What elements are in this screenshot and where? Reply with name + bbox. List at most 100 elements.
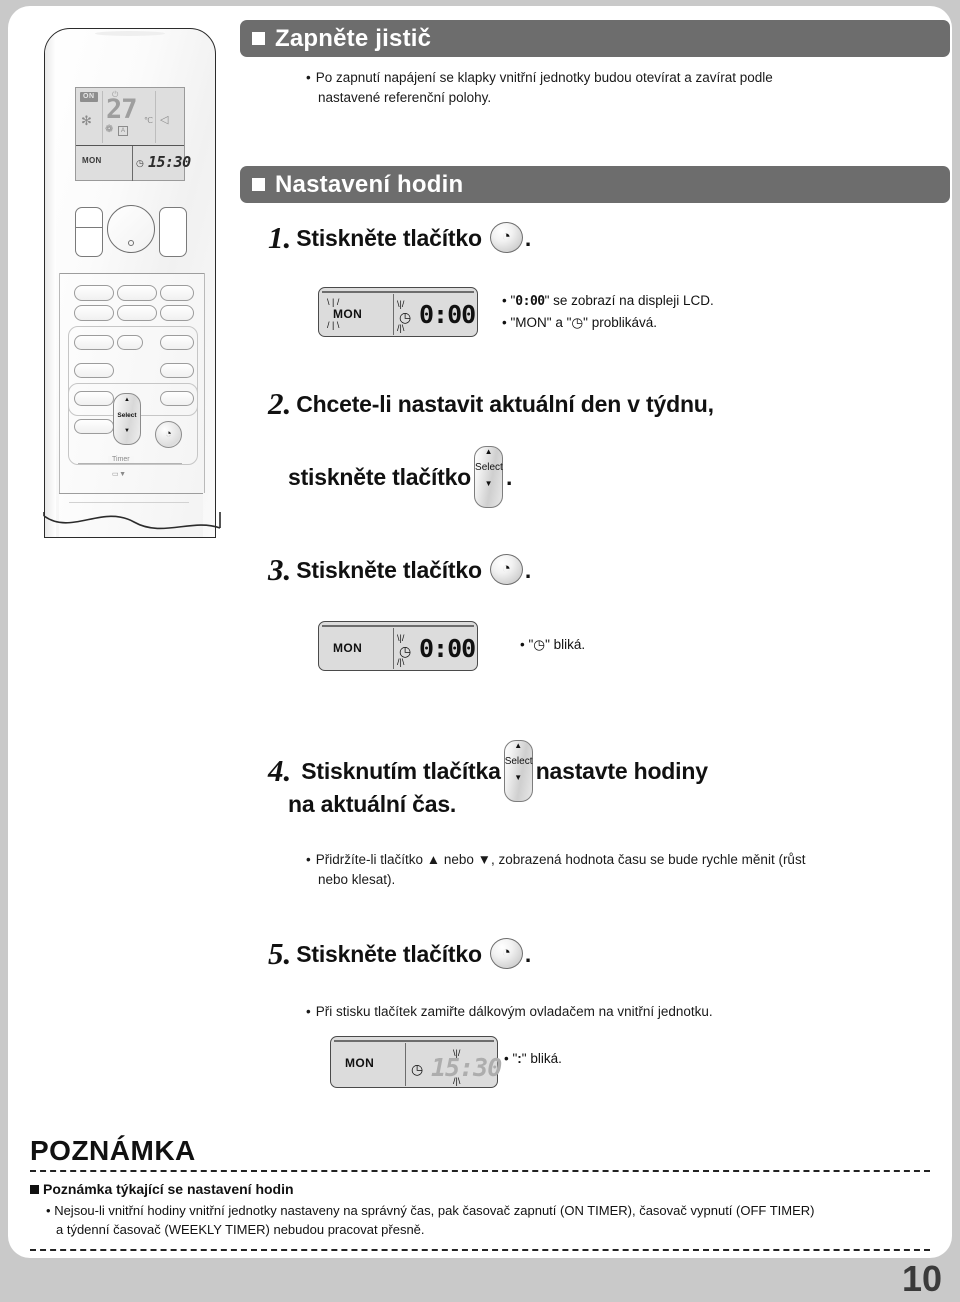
section-title: Nastavení hodin	[275, 170, 464, 198]
remote-flap-right	[159, 207, 187, 257]
select-up-arrow-icon: ▲	[514, 741, 523, 750]
step-4-line2: na aktuální čas.	[288, 791, 457, 817]
note-body-text: Nejsou-li vnitřní hodiny vnitřní jednotk…	[54, 1203, 815, 1218]
step-5-bullet: • Při stisku tlačítek zamiřte dálkovým ov…	[306, 1002, 713, 1022]
lcd-time: 15:30	[148, 153, 191, 171]
blink-rays-icon: \ | /	[327, 297, 340, 307]
select-down-arrow-icon: ▼	[124, 428, 130, 434]
step-3: 3. Stiskněte tlačítko ◔ .	[268, 554, 531, 587]
remote-key	[160, 305, 194, 321]
step-4-bullets: • Přidržíte-li tlačítko ▲ nebo ▼, zobraze…	[306, 850, 936, 890]
bullet-square-icon	[252, 32, 265, 45]
clock-button-icon: ◔	[489, 938, 523, 969]
lcd-day-label: MON	[333, 641, 363, 655]
lcd-on-badge: ON	[80, 92, 98, 102]
step-text: Stiskněte tlačítko	[296, 557, 482, 583]
remote-timer-divider	[78, 463, 182, 464]
note-code: 0:00	[515, 294, 545, 309]
lcd-top-rule	[334, 1040, 494, 1042]
lcd-preview-step-3: MON ◷ \|/ /|\ 0:00	[318, 621, 478, 671]
bullet-item-cont: nastavené referenční polohy.	[318, 90, 492, 105]
section-title: Zapněte jistič	[275, 24, 432, 52]
note-item: • "0:00" se zobrazí na displeji LCD.	[502, 290, 922, 312]
lcd-preview-step-5: MON ◷ 15:30 \|/ /|\	[330, 1036, 502, 1088]
section-header-clock-setting: Nastavení hodin	[240, 166, 950, 203]
swing-icon: ◁	[160, 114, 169, 126]
clock-button-icon: ◔	[489, 222, 523, 253]
step-text: Stiskněte tlačítko	[296, 941, 482, 967]
bullet-text: Přidržíte-li tlačítko ▲ nebo ▼, zobrazen…	[315, 852, 806, 867]
step-5-note: • ":" bliká.	[504, 1048, 562, 1069]
note-rest: " se zobrazí na displeji LCD.	[544, 293, 714, 308]
step-text-end: .	[524, 557, 532, 583]
step-5: 5. Stiskněte tlačítko ◔ .	[268, 938, 531, 971]
blink-rays-icon: /|\	[453, 1076, 461, 1086]
bullet-dot-icon: •	[46, 1203, 51, 1218]
section-header-breaker: Zapněte jistič	[240, 20, 950, 57]
step-number: 2.	[268, 386, 292, 421]
step-text-end: nastavte hodiny	[535, 757, 708, 784]
remote-key	[117, 305, 157, 321]
step-text-end: .	[524, 225, 532, 251]
remote-lcd-upper: ON ✻ ⏻ 27 ℃ ❁ A ◁	[76, 88, 184, 146]
remote-select-button: ▲ Select ▼	[113, 393, 141, 445]
section-breaker-body: • Po zapnutí napájení se klapky vnitřní j…	[306, 68, 936, 108]
remote-flap-left	[75, 207, 103, 257]
lcd-divider-right	[155, 91, 156, 143]
bullet-text: Po zapnutí napájení se klapky vnitřní je…	[315, 70, 773, 85]
clock-icon: ◷	[411, 1061, 424, 1077]
bullet-dot-icon: •	[306, 1004, 311, 1019]
snowflake-icon: ✻	[81, 113, 92, 128]
bullet-dot-icon: •	[504, 1051, 509, 1066]
clock-icon: ◷	[533, 637, 546, 652]
select-down-arrow-icon: ▼	[514, 773, 523, 782]
clock-button-icon: ◔	[489, 554, 523, 585]
select-button-label: Select	[504, 756, 533, 767]
lcd-temperature: 27	[106, 94, 138, 125]
select-up-arrow-icon: ▲	[124, 397, 130, 403]
remote-key	[74, 363, 114, 378]
bullet-dot-icon: •	[502, 293, 507, 308]
note-body-line: • Nejsou-li vnitřní hodiny vnitřní jedno…	[46, 1201, 930, 1220]
bullet-square-icon	[252, 178, 265, 191]
step-2: 2. Chcete-li nastavit aktuální den v týd…	[268, 388, 714, 421]
remote-control-illustration: ON ✻ ⏻ 27 ℃ ❁ A ◁ MON ◷ 15:30 ▲ Select ▼…	[30, 14, 230, 554]
remote-key	[74, 419, 114, 434]
remote-keypad-panel: ▲ Select ▼ ◔ Timer ▭▼	[59, 273, 205, 493]
remote-key	[160, 391, 194, 406]
remote-key	[74, 285, 114, 301]
bullet-dot-icon: •	[306, 70, 311, 85]
step-text: Stisknutím tlačítka	[301, 757, 501, 784]
select-down-arrow-icon: ▼	[484, 479, 493, 488]
note-rest: " bliká.	[545, 637, 586, 652]
clock-icon: ◷	[399, 643, 412, 659]
lcd-time: 0:00	[419, 300, 476, 329]
bullet-square-icon	[30, 1185, 39, 1194]
remote-clock-button: ◔	[155, 421, 182, 448]
lcd-auto-badge: A	[118, 126, 129, 136]
lcd-time: 0:00	[419, 634, 476, 663]
remote-dial-dot	[128, 240, 134, 246]
note-item: • "MON" a "◷" problikává.	[502, 312, 922, 333]
remote-key	[160, 285, 194, 301]
remote-lcd-lower: MON ◷ 15:30	[76, 146, 191, 181]
select-button-label: Select	[475, 462, 503, 473]
bullet-dot-icon: •	[520, 637, 525, 652]
note-heading: Poznámka týkající se nastavení hodin	[30, 1179, 930, 1199]
blink-rays-icon: /|\	[397, 323, 405, 333]
remote-top-sheen	[95, 31, 165, 36]
clock-icon: ◷	[399, 309, 412, 325]
lcd-day-label: MON	[82, 156, 102, 165]
remote-lcd-display: ON ✻ ⏻ 27 ℃ ❁ A ◁ MON ◷ 15:30	[75, 87, 191, 181]
blink-rays-icon: \|/	[453, 1048, 461, 1058]
note-rest: " problikává.	[583, 315, 657, 330]
remote-key	[160, 363, 194, 378]
step-2-line2: stiskněte tlačítko ▲ Select ▼ .	[288, 446, 512, 508]
fan-icon: ❁	[105, 124, 114, 135]
remote-key	[160, 335, 194, 350]
remote-key	[74, 335, 114, 350]
lcd-unit: ℃	[144, 116, 153, 125]
torn-edge-graphic	[43, 512, 221, 530]
step-number: 1.	[268, 220, 292, 255]
note-quote-open: "MON" a "	[510, 315, 572, 330]
